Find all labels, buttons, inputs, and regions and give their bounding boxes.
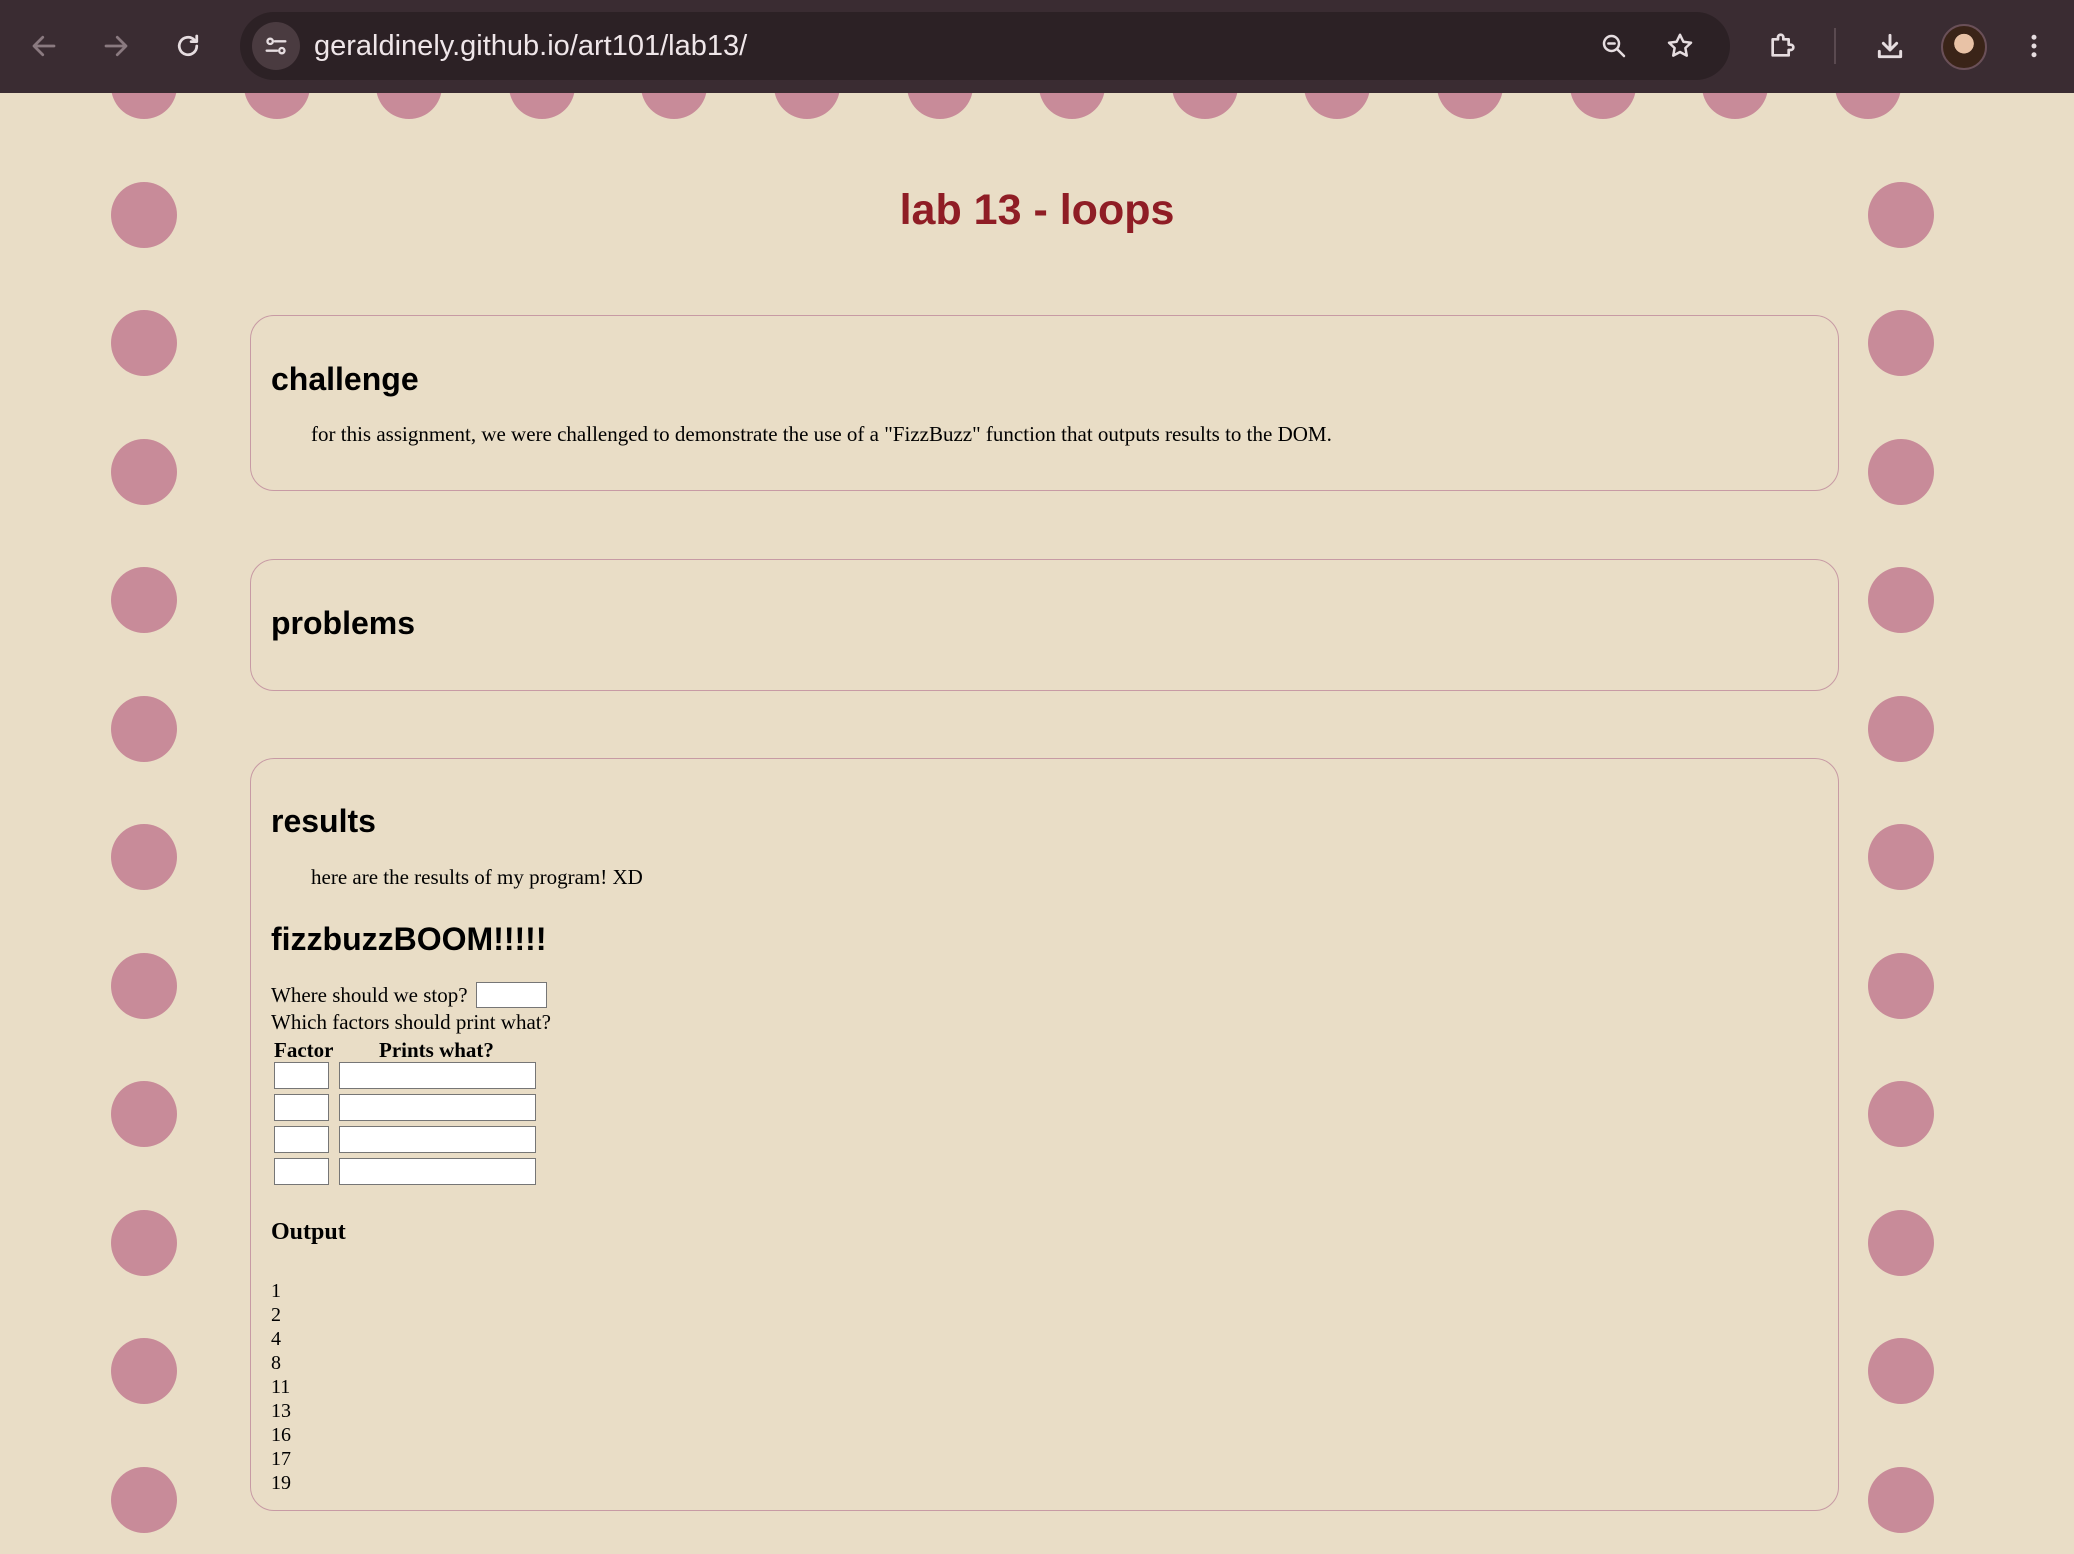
factor-input[interactable] — [274, 1062, 329, 1089]
polka-dot — [1868, 1467, 1934, 1533]
puzzle-icon[interactable] — [1758, 22, 1806, 70]
download-icon[interactable] — [1866, 22, 1914, 70]
polka-dot — [641, 93, 707, 119]
output-item: 11 — [271, 1376, 291, 1398]
output-title: Output — [271, 1219, 346, 1245]
polka-dot — [111, 1338, 177, 1404]
polka-dot — [111, 1210, 177, 1276]
prints-input[interactable] — [339, 1126, 536, 1153]
polka-dot — [111, 93, 177, 119]
polka-dot — [1868, 1081, 1934, 1147]
polka-dot — [509, 93, 575, 119]
output-item: 2 — [271, 1304, 281, 1326]
polka-dot — [1868, 567, 1934, 633]
output-item: 4 — [271, 1328, 281, 1350]
stop-input[interactable] — [476, 982, 547, 1008]
page-viewport: lab 13 - loops challenge for this assign… — [0, 93, 2074, 1554]
polka-dot — [1039, 93, 1105, 119]
polka-dot — [1868, 824, 1934, 890]
polka-dot — [1835, 93, 1901, 119]
output-item: 8 — [271, 1352, 281, 1374]
polka-dot — [1437, 93, 1503, 119]
avatar[interactable] — [1941, 24, 1987, 70]
results-text: here are the results of my program! XD — [311, 865, 643, 889]
reload-icon[interactable] — [164, 22, 212, 70]
prints-column-header: Prints what? — [379, 1038, 494, 1062]
prints-input[interactable] — [339, 1094, 536, 1121]
polka-dot — [111, 696, 177, 762]
arrow-left-icon[interactable] — [20, 22, 68, 70]
output-list: 1 2 4 8 11 13 16 17 19 — [271, 1279, 291, 1495]
polka-dot — [1702, 93, 1768, 119]
factor-input[interactable] — [274, 1094, 329, 1121]
polka-dot — [111, 567, 177, 633]
fizzbuzz-title: fizzbuzzBOOM!!!!! — [271, 921, 547, 957]
polka-dot — [907, 93, 973, 119]
address-bar[interactable]: geraldinely.github.io/art101/lab13/ — [240, 12, 1730, 80]
url-text[interactable]: geraldinely.github.io/art101/lab13/ — [314, 12, 747, 80]
polka-dot — [1868, 696, 1934, 762]
browser-toolbar: geraldinely.github.io/art101/lab13/ — [0, 0, 2074, 93]
kebab-menu-icon[interactable] — [2010, 22, 2058, 70]
polka-dot — [1868, 1338, 1934, 1404]
arrow-right-icon[interactable] — [92, 22, 140, 70]
problems-card: problems — [250, 559, 1839, 691]
challenge-heading: challenge — [271, 361, 419, 397]
polka-dot — [244, 93, 310, 119]
polka-dot — [1304, 93, 1370, 119]
polka-dot — [111, 310, 177, 376]
prints-input[interactable] — [339, 1062, 536, 1089]
polka-dot — [774, 93, 840, 119]
polka-dot — [1868, 1210, 1934, 1276]
challenge-text: for this assignment, we were challenged … — [311, 422, 1332, 446]
polka-dot — [1868, 310, 1934, 376]
prints-input[interactable] — [339, 1158, 536, 1185]
polka-dot — [111, 1081, 177, 1147]
factor-input[interactable] — [274, 1126, 329, 1153]
tune-icon[interactable] — [252, 22, 300, 70]
output-item: 13 — [271, 1400, 291, 1422]
output-item: 16 — [271, 1424, 291, 1446]
polka-dot — [1570, 93, 1636, 119]
toolbar-separator — [1834, 28, 1836, 64]
zoom-icon[interactable] — [1590, 22, 1638, 70]
polka-dot — [111, 1467, 177, 1533]
output-item: 1 — [271, 1280, 281, 1302]
page-title: lab 13 - loops — [899, 186, 1175, 234]
factors-label: Which factors should print what? — [271, 1010, 551, 1034]
problems-heading: problems — [271, 605, 416, 641]
polka-dot — [1868, 439, 1934, 505]
polka-dot — [111, 824, 177, 890]
output-item: 19 — [271, 1472, 291, 1494]
polka-dot — [111, 439, 177, 505]
challenge-card: challenge for this assignment, we were c… — [250, 315, 1839, 491]
results-card: results here are the results of my progr… — [250, 758, 1839, 1511]
polka-dot — [1172, 93, 1238, 119]
stop-label: Where should we stop? — [271, 983, 468, 1007]
polka-dot — [1868, 953, 1934, 1019]
factor-input[interactable] — [274, 1158, 329, 1185]
star-icon[interactable] — [1656, 22, 1704, 70]
polka-dot — [376, 93, 442, 119]
results-heading: results — [271, 803, 376, 839]
output-item: 17 — [271, 1448, 291, 1470]
factor-column-header: Factor — [274, 1038, 334, 1062]
polka-dot — [111, 953, 177, 1019]
